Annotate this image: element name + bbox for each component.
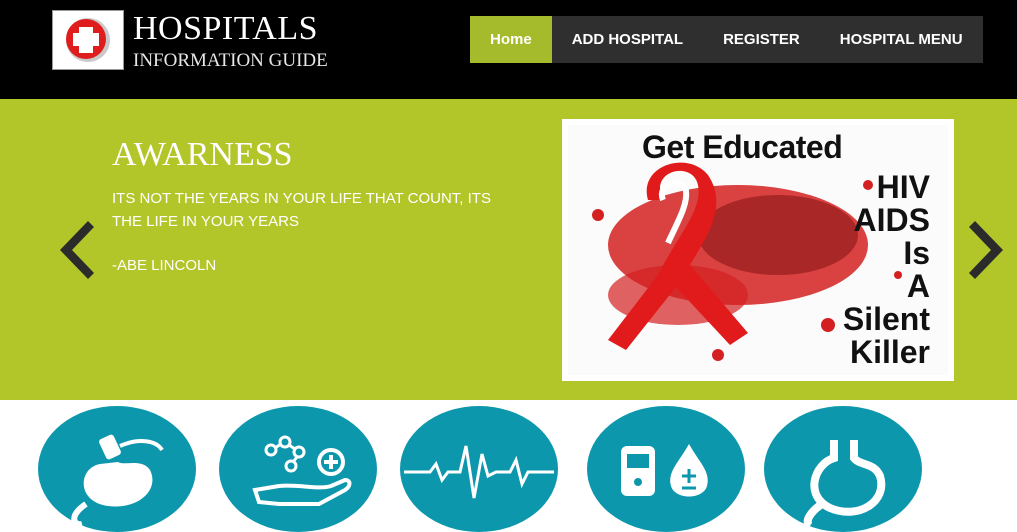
poster-message: HIV AIDS Is A Silent Killer xyxy=(843,171,930,369)
main-nav: Home ADD HOSPITAL REGISTER HOSPITAL MENU xyxy=(470,16,983,63)
red-cross-icon xyxy=(66,18,110,62)
hero-heading: AWARNESS xyxy=(112,136,293,173)
heartbeat-icon xyxy=(404,445,554,499)
slider-next-button[interactable] xyxy=(967,219,1007,281)
feature-cardiology[interactable] xyxy=(400,406,558,532)
feature-diabetes[interactable] xyxy=(587,406,745,532)
poster-headline: Get Educated xyxy=(642,129,843,165)
stomach-icon xyxy=(803,440,886,530)
site-title: HOSPITALS xyxy=(133,10,319,47)
nav-add-hospital[interactable]: ADD HOSPITAL xyxy=(552,16,703,63)
stomach-ultrasound-icon xyxy=(71,434,164,528)
hero-author: -ABE LINCOLN xyxy=(112,257,217,274)
site-subtitle: INFORMATION GUIDE xyxy=(133,50,328,71)
poster-line: Killer xyxy=(849,334,930,370)
feature-pharmacy[interactable] xyxy=(219,406,377,532)
chevron-left-icon xyxy=(60,221,94,279)
poster-line: AIDS xyxy=(853,202,930,238)
molecule-hand-plus-icon xyxy=(252,435,352,506)
nav-hospital-menu[interactable]: HOSPITAL MENU xyxy=(820,16,983,63)
hero-slider: AWARNESS ITS NOT THE YEARS IN YOUR LIFE … xyxy=(0,99,1017,400)
nav-home[interactable]: Home xyxy=(470,16,552,63)
poster-line: Silent xyxy=(842,301,930,337)
logo[interactable] xyxy=(52,10,124,70)
hero-quote: ITS NOT THE YEARS IN YOUR LIFE THAT COUN… xyxy=(112,190,491,230)
poster-line: HIV xyxy=(876,169,930,205)
chevron-right-icon xyxy=(969,221,1003,279)
nav-register[interactable]: REGISTER xyxy=(703,16,820,63)
feature-gastroenterology[interactable] xyxy=(764,406,922,532)
site-header: HOSPITALS INFORMATION GUIDE Home ADD HOS… xyxy=(0,0,1017,99)
poster-line: A xyxy=(906,268,930,304)
hero-image: Get Educated HIV AIDS Is A Silent Killer xyxy=(562,119,954,381)
feature-stomach-ultrasound[interactable] xyxy=(38,406,196,532)
poster-line: Is xyxy=(903,235,930,271)
features-row xyxy=(0,400,1017,532)
slider-prev-button[interactable] xyxy=(56,219,96,281)
glucose-meter-drop-icon xyxy=(621,444,708,497)
